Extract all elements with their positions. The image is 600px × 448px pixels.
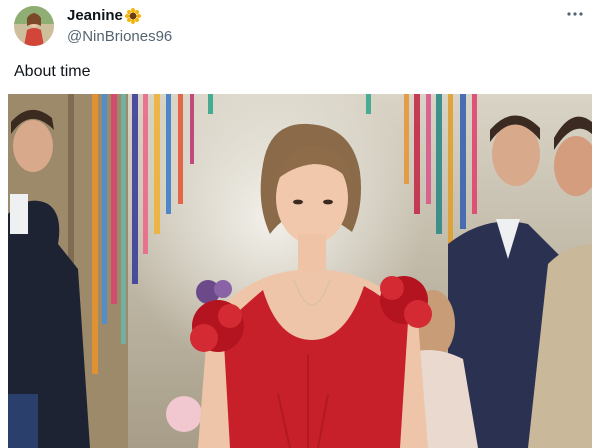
tweet-media-photo[interactable]: [8, 94, 592, 448]
tweet-text: About time: [14, 63, 91, 80]
more-options-icon[interactable]: [564, 6, 586, 22]
user-handle[interactable]: @NinBriones96: [67, 28, 172, 45]
tweet-header: Jeanine @NinBriones96: [0, 0, 600, 56]
avatar[interactable]: [14, 6, 54, 46]
sunflower-icon: [124, 7, 141, 24]
display-name[interactable]: Jeanine: [67, 7, 123, 24]
